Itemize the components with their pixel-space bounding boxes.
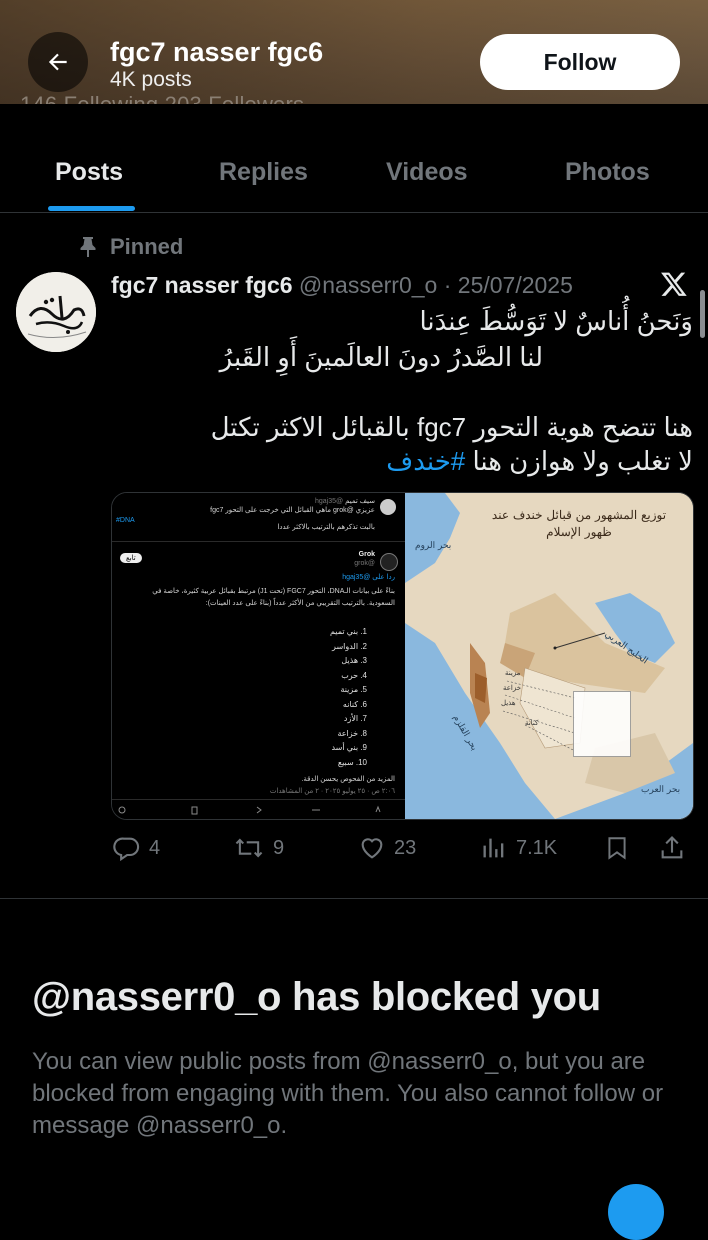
map-info-box (573, 691, 631, 757)
answer-line-1: بناءً على بيانات الـDNA، التحور FGC7 (تح… (152, 588, 395, 595)
hashtag-link[interactable]: #خندف (386, 446, 465, 476)
views-button[interactable]: 7.1K (480, 834, 557, 862)
reply-icon (113, 837, 140, 862)
divider (0, 898, 708, 899)
quoted-action-icons (118, 805, 381, 815)
tribe-item: 7. الأزد (343, 714, 367, 723)
pinned-indicator: Pinned (78, 234, 183, 260)
follow-stats-peek: 146 Following 203 Followers (20, 92, 304, 104)
heart-icon (361, 838, 383, 859)
tribe-item: 4. حرب (341, 670, 367, 680)
pinned-label: Pinned (110, 234, 184, 259)
post-actions: 4 9 23 7.1K (0, 830, 708, 870)
quoted-hashtag: #DNA (116, 517, 135, 524)
bookmark-icon (608, 837, 626, 860)
tribe-item: 2. الدواسر (332, 641, 367, 651)
repost-button[interactable]: 9 (233, 834, 284, 862)
post-count: 4K posts (110, 68, 192, 91)
sea-label-med: بحر الروم (415, 541, 452, 551)
tribe-item: 6. كنانه (342, 699, 367, 709)
arrow-left-icon (48, 53, 67, 71)
post-header: fgc7 nasser fgc6 @nasserr0_o · 25/07/202… (111, 272, 573, 299)
share-button[interactable] (658, 834, 686, 862)
quoted-line-2: بالبت تذكرهم بالترتيب بالاكثر عددا (277, 524, 375, 531)
scrollbar-thumb[interactable] (700, 290, 705, 338)
follow-button[interactable]: Follow (480, 34, 680, 90)
answer-more: المزيد من الفحوص يحسن الدقة. (301, 776, 395, 783)
reply-to: ردا على @hgaj35 (342, 574, 395, 581)
like-count: 23 (394, 836, 417, 859)
reply-count: 4 (149, 836, 161, 859)
profile-tabs: Posts Replies Videos Photos (0, 104, 708, 213)
tab-posts[interactable]: Posts (55, 158, 123, 187)
post-author-name[interactable]: fgc7 nasser fgc6 (111, 272, 293, 298)
active-tab-indicator (48, 206, 135, 211)
blocked-title: @nasserr0_o has blocked you (32, 975, 601, 1019)
tribe-item: 1. بني تميم (329, 627, 367, 636)
tab-replies[interactable]: Replies (219, 158, 308, 187)
quoted-line-1: عزيزي @grok ماهي القبائل التي خرجت على ا… (210, 507, 375, 514)
analytics-icon (483, 838, 504, 858)
back-button[interactable] (28, 32, 88, 92)
pin-icon (80, 237, 96, 257)
tribe-label: هذيل (501, 699, 516, 707)
tribe-item: 3. هذيل (341, 656, 367, 665)
grok-name: Grok (358, 551, 375, 558)
post-text-line-3: هنا تتضح هوية التحور fgc7 بالقبائل الاكث… (210, 412, 693, 442)
bookmark-button[interactable] (604, 834, 630, 862)
post-text-line-2: لنا الصَّدرُ دونَ العالَمينَ أَوِ القَبر… (219, 342, 543, 372)
post-text-line-4: لا تغلب ولا هوازن هنا #خندف (111, 444, 693, 478)
reply-button[interactable]: 4 (113, 834, 160, 862)
tribe-label: كنانة (525, 719, 539, 727)
tribe-item: 8. خزاعة (337, 728, 367, 738)
tribe-item: 10. سبيع (337, 757, 367, 767)
answer-footer: ٢:٠٦ ص · ٢٥ يوليو ٢٠٢٥ · ٢ من المشاهدات (269, 788, 395, 795)
profile-header: 146 Following 203 Followers fgc7 nasser … (0, 0, 708, 104)
blocked-description: You can view public posts from @nasserr0… (32, 1048, 664, 1139)
tribe-list: 1. بني تميم 2. الدواسر 3. هذيل 4. حرب 5.… (330, 625, 367, 770)
share-icon (661, 836, 683, 859)
profile-display-name: fgc7 nasser fgc6 (110, 37, 324, 67)
repost-count: 9 (273, 836, 285, 859)
post-text-body: لا تغلب ولا هوازن هنا (472, 446, 693, 476)
grok-handle: @grok (354, 560, 375, 567)
tribe-label: خزاعة (503, 684, 522, 692)
quoted-avatar (380, 499, 396, 515)
x-logo-icon (660, 270, 688, 303)
repost-icon (235, 838, 263, 858)
tab-photos[interactable]: Photos (565, 158, 650, 187)
divider (112, 799, 405, 800)
tab-videos[interactable]: Videos (386, 158, 468, 187)
divider (112, 541, 405, 542)
like-button[interactable]: 23 (358, 834, 416, 862)
tribe-item: 9. بني أسد (331, 743, 367, 752)
compose-fab[interactable] (608, 1184, 664, 1240)
views-count: 7.1K (516, 836, 558, 859)
avatar[interactable] (16, 272, 96, 352)
post-media[interactable]: سيف تميم @hgaj35 عزيزي @grok ماهي القبائ… (111, 492, 694, 820)
avatar-calligraphy-image (16, 272, 96, 352)
tribe-item: 5. مزينة (340, 685, 367, 694)
quoted-user: سيف تميم @hgaj35 (314, 498, 375, 505)
grok-follow-pill: تابع (120, 553, 142, 563)
post-text-line-1: وَنَحنُ أُناسٌ لا تَوَسُّطَ عِندَنا (419, 306, 693, 336)
grok-screenshot-image: سيف تميم @hgaj35 عزيزي @grok ماهي القبائ… (112, 493, 405, 819)
tribes-map-image: توزيع المشهور من قبائل خندف عند ظهور الإ… (405, 493, 693, 819)
post-handle-date: @nasserr0_o · 25/07/2025 (298, 272, 573, 298)
tribe-label: مزينة (505, 669, 521, 677)
sea-label-arab: بحر العرب (641, 785, 681, 795)
grok-avatar (380, 553, 398, 571)
map-title: توزيع المشهور من قبائل خندف عند ظهور الإ… (491, 508, 667, 539)
answer-line-2: السعودية. بالترتيب التقريبي من الأكثر عد… (205, 600, 395, 607)
